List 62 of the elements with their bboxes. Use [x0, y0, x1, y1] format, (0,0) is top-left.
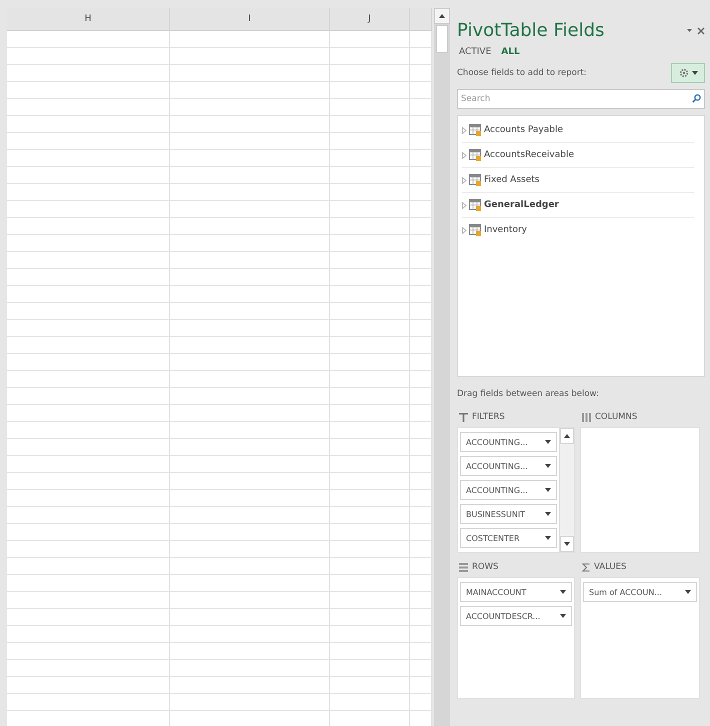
field-chip[interactable]: ACCOUNTING... [460, 480, 557, 500]
down-arrow-icon [545, 488, 551, 492]
down-arrow-icon [545, 512, 551, 516]
down-arrow-icon [545, 464, 551, 468]
field-chip[interactable]: ACCOUNTDESCR... [460, 606, 572, 626]
choose-fields-label: Choose fields to add to report: [457, 68, 587, 78]
column-header[interactable]: I [170, 8, 330, 30]
column-header[interactable]: J [330, 8, 410, 30]
down-arrow-icon [564, 542, 570, 546]
up-arrow-icon [439, 14, 445, 18]
area-label: VALUES [594, 562, 626, 572]
rows-icon [459, 562, 468, 572]
tab[interactable]: ALL [501, 47, 520, 57]
drop-area[interactable]: Sum of ACCOUN... [580, 577, 700, 699]
down-arrow-icon [685, 590, 691, 594]
panel-title: PivotTable Fields [457, 20, 604, 41]
table-icon [469, 224, 482, 236]
search-icon [692, 94, 701, 103]
table-icon [469, 149, 482, 161]
up-arrow-icon [564, 434, 570, 438]
table-icon [469, 124, 482, 136]
tab[interactable]: ACTIVE [459, 47, 492, 57]
field-chip[interactable]: BUSINESSUNIT [460, 504, 557, 524]
down-arrow-icon [560, 590, 566, 594]
expand-arrow-icon[interactable] [462, 152, 467, 158]
panel-controls-icon[interactable] [687, 26, 705, 34]
down-arrow-icon [560, 614, 566, 618]
table-icon [469, 174, 482, 186]
expand-arrow-icon[interactable] [462, 202, 467, 208]
table-name[interactable]: Fixed Assets [484, 175, 540, 185]
area-label: COLUMNS [595, 412, 638, 422]
field-chip[interactable]: MAINACCOUNT [460, 582, 572, 602]
settings-button[interactable] [671, 63, 705, 83]
drop-area[interactable] [580, 427, 700, 553]
column-header[interactable]: H [7, 8, 170, 30]
area-label: ROWS [472, 562, 498, 572]
field-chip[interactable]: Sum of ACCOUN... [583, 582, 697, 602]
field-chip[interactable]: ACCOUNTING... [460, 432, 557, 452]
areas-hint: Drag fields between areas below: [457, 389, 600, 399]
table-name[interactable]: AccountsReceivable [484, 150, 574, 160]
scroll-thumb[interactable] [436, 25, 448, 53]
drop-area[interactable]: ACCOUNTING... ACCOUNTING... ACCOUNTING... BUSINESSUNIT COSTCENTER [457, 427, 575, 553]
field-chip[interactable]: ACCOUNTING... [460, 456, 557, 476]
expand-arrow-icon[interactable] [462, 176, 467, 184]
search-field[interactable]: Search [457, 89, 705, 109]
expand-arrow-icon[interactable] [462, 226, 467, 234]
down-arrow-icon [545, 440, 551, 444]
down-arrow-icon [545, 536, 551, 540]
field-chip[interactable]: COSTCENTER [460, 528, 557, 548]
sigma-icon [582, 562, 590, 572]
filter-icon [459, 412, 468, 422]
columns-icon [582, 412, 591, 422]
vertical-scrollbar[interactable] [434, 8, 450, 726]
table-name[interactable]: Inventory [484, 225, 527, 235]
down-arrow-icon [692, 71, 698, 75]
table-icon [469, 199, 482, 211]
table-name[interactable]: GeneralLedger [484, 200, 559, 210]
area-label: FILTERS [472, 412, 505, 422]
expand-arrow-icon[interactable] [462, 126, 467, 134]
table-name[interactable]: Accounts Payable [484, 125, 564, 135]
gear-icon [678, 68, 688, 78]
drop-area[interactable]: MAINACCOUNT ACCOUNTDESCR... [457, 577, 575, 699]
